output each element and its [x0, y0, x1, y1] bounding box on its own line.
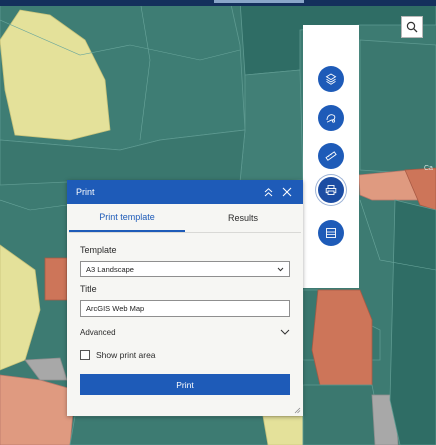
top-bar-tab	[214, 0, 304, 3]
chevron-down-icon	[280, 329, 290, 335]
show-print-area-row: Show print area	[80, 348, 290, 362]
map-place-label: Ca	[424, 165, 433, 172]
tab-print-template[interactable]: Print template	[69, 204, 185, 232]
print-icon	[325, 185, 337, 195]
template-select-value: A3 Landscape	[86, 264, 134, 274]
advanced-toggle[interactable]: Advanced	[80, 324, 290, 340]
tab-results[interactable]: Results	[185, 204, 301, 232]
measure-button[interactable]	[318, 143, 344, 169]
show-print-area-label: Show print area	[96, 350, 156, 360]
basemap-button[interactable]	[318, 220, 344, 246]
title-label: Title	[80, 284, 97, 294]
show-print-area-checkbox[interactable]	[80, 350, 90, 360]
resize-handle-icon[interactable]	[294, 407, 301, 414]
print-form: Template A3 Landscape Title ArcGIS Web M…	[67, 245, 303, 395]
title-input-value: ArcGIS Web Map	[86, 304, 145, 313]
close-button[interactable]	[280, 185, 294, 199]
advanced-label: Advanced	[80, 327, 116, 337]
print-button[interactable]: Print	[80, 374, 290, 395]
close-icon	[282, 187, 292, 197]
print-panel-header: Print	[67, 180, 303, 204]
chevron-down-icon	[277, 267, 284, 271]
collapse-button[interactable]	[261, 185, 275, 199]
top-bar	[0, 0, 436, 6]
print-tabs: Print template Results	[69, 204, 301, 233]
layers-icon	[325, 73, 337, 85]
print-tool-button[interactable]	[318, 177, 344, 203]
search-button[interactable]	[401, 16, 423, 38]
template-select[interactable]: A3 Landscape	[80, 261, 290, 277]
sketch-icon	[326, 114, 336, 123]
layers-button[interactable]	[318, 66, 344, 92]
chevrons-up-icon	[264, 187, 272, 196]
search-icon	[406, 21, 418, 33]
basemap-icon	[326, 228, 336, 238]
measure-icon	[325, 151, 337, 161]
print-panel-title: Print	[76, 187, 95, 197]
sketch-button[interactable]	[318, 105, 344, 131]
title-input[interactable]: ArcGIS Web Map	[80, 300, 290, 317]
print-panel: Print Print template Results Template A3…	[67, 180, 303, 416]
template-label: Template	[80, 245, 117, 255]
widget-toolbar	[303, 25, 359, 288]
